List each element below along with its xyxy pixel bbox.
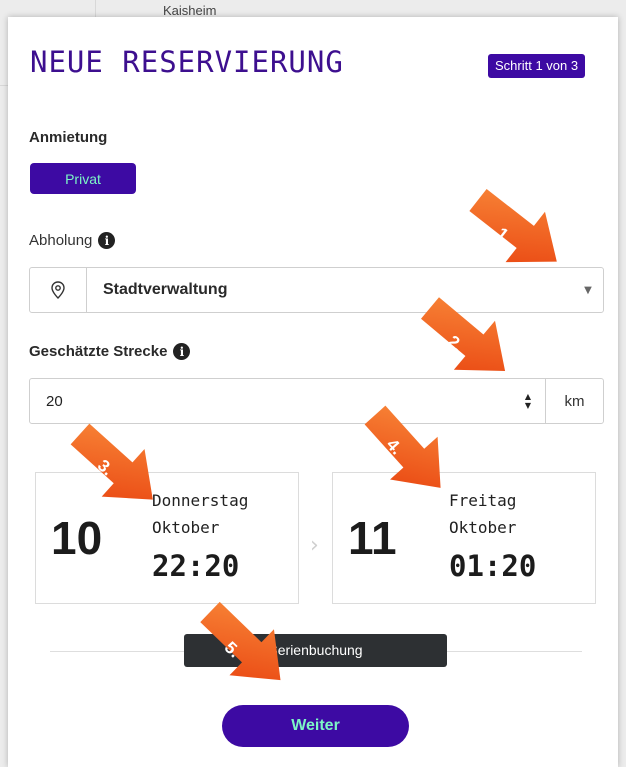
annotation-arrow-4 xyxy=(364,405,441,488)
annotation-arrow-2 xyxy=(421,297,506,371)
annotation-arrow-5 xyxy=(200,601,281,681)
annotation-arrow-1 xyxy=(469,188,557,263)
annotation-overlay xyxy=(70,188,557,681)
annotation-arrow-3 xyxy=(70,423,153,500)
